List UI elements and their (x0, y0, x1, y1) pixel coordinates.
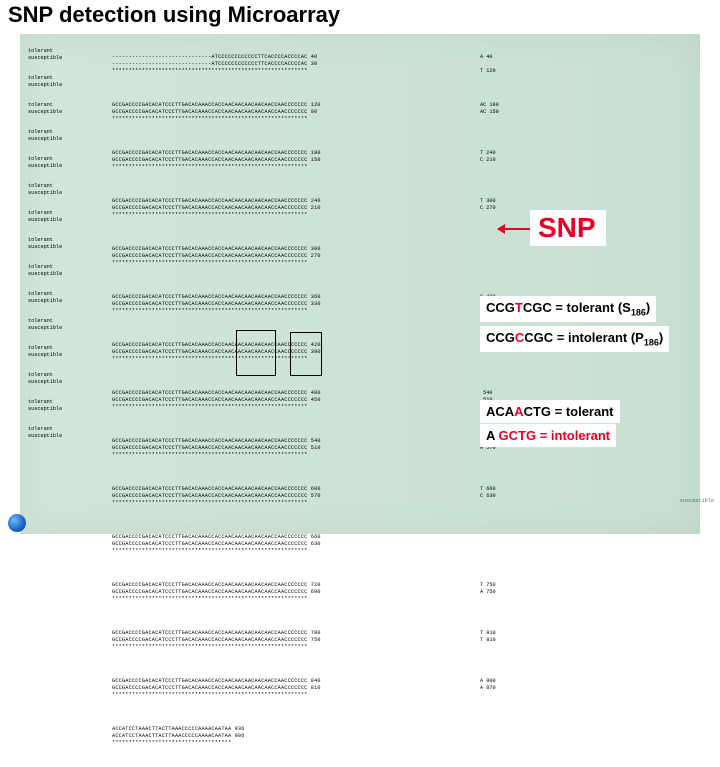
alignment-right-continuation: A 40 T 120 AC 180AC 150 T 240C 210 T 300… (480, 40, 499, 719)
slide-title: SNP detection using Microarray (8, 2, 340, 28)
logo-globe-icon (8, 514, 26, 532)
snp-equation-intolerant-2: A GCTG = intolerant (480, 424, 616, 447)
snp-equation-intolerant-1: CCGCCGC = intolerant (P186) (480, 326, 669, 352)
snp-highlight-box-1 (236, 330, 276, 376)
snp-equation-tolerant-1: CCGTCGC = tolerant (S186) (480, 296, 656, 322)
susceptible-faint-label: susceptible (680, 498, 714, 504)
snp-text: SNP (538, 212, 596, 243)
snp-callout: SNP (530, 210, 606, 246)
snp-arrow-icon (498, 228, 530, 230)
variant-label-column: tolerantsusceptible tolerantsusceptible … (28, 48, 62, 453)
snp-equation-tolerant-2: ACAACTG = tolerant (480, 400, 620, 423)
sequence-column: ------------------------------ATCCCCCCCC… (112, 40, 321, 767)
snp-highlight-box-2 (290, 332, 322, 376)
